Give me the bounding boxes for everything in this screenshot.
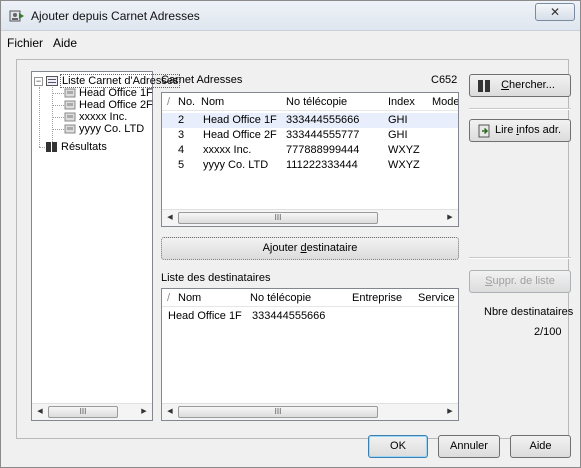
- close-button[interactable]: ✕: [535, 3, 575, 21]
- fax-contact-icon: [64, 124, 76, 134]
- column-header-nom[interactable]: Nom: [178, 292, 201, 304]
- read-info-icon: [478, 124, 490, 138]
- recipients-list[interactable]: / Nom No télécopie Entreprise Service He…: [161, 288, 459, 421]
- scroll-thumb[interactable]: III: [48, 406, 118, 418]
- read-info-button[interactable]: Lire infos adr.: [469, 119, 571, 142]
- cell-index: WXYZ: [388, 144, 420, 156]
- address-book-icon: [46, 76, 58, 86]
- help-button[interactable]: Aide: [510, 435, 571, 458]
- list-header: / No. Nom No télécopie Index Mode.: [162, 93, 458, 111]
- fax-contact-icon: [64, 88, 76, 98]
- cell-index: GHI: [388, 114, 408, 126]
- list-header: / Nom No télécopie Entreprise Service: [162, 289, 458, 307]
- cell-nom: Head Office 2F: [203, 129, 277, 141]
- scroll-left-arrow[interactable]: ◀: [32, 404, 48, 420]
- menu-fichier[interactable]: Fichier: [7, 36, 43, 50]
- tree-item[interactable]: Head Office 1F: [79, 87, 153, 99]
- cell-index: GHI: [388, 129, 408, 141]
- cell-nom: yyyy Co. LTD: [203, 159, 269, 171]
- cell-index: WXYZ: [388, 159, 420, 171]
- window-title: Ajouter depuis Carnet Adresses: [31, 9, 200, 23]
- cell-nom: Head Office 1F: [168, 310, 242, 322]
- ok-button[interactable]: OK: [368, 435, 428, 458]
- recipients-label: Liste des destinataires: [161, 272, 271, 284]
- add-recipient-button[interactable]: Ajouter destinataire: [161, 237, 459, 260]
- cell-fax: 333444555666: [286, 114, 360, 126]
- model-label: C652: [431, 74, 458, 86]
- dialog-window: Ajouter depuis Carnet Adresses ✕ Fichier…: [0, 0, 581, 468]
- cell-nom: Head Office 1F: [203, 114, 277, 126]
- collapse-toggle[interactable]: −: [34, 77, 43, 86]
- cell-no: 4: [178, 144, 185, 156]
- menu-aide[interactable]: Aide: [53, 36, 77, 50]
- cell-fax: 111222333444: [286, 159, 358, 171]
- scroll-left-arrow[interactable]: ◀: [162, 404, 178, 420]
- scroll-right-arrow[interactable]: ▶: [136, 404, 152, 420]
- phone-book-icon: [46, 142, 57, 152]
- delete-from-list-button[interactable]: Suppr. de liste: [469, 270, 571, 293]
- cell-no: 5: [178, 159, 185, 171]
- table-row[interactable]: 3 Head Office 2F 333444555777 GHI: [162, 128, 458, 143]
- table-row[interactable]: Head Office 1F 333444555666: [162, 309, 458, 324]
- column-header-fax[interactable]: No télécopie: [250, 292, 311, 304]
- table-row[interactable]: 5 yyyy Co. LTD 111222333444 WXYZ: [162, 158, 458, 173]
- phone-book-icon: [478, 80, 490, 92]
- column-header-company[interactable]: Entreprise: [352, 292, 402, 304]
- column-header-fax[interactable]: No télécopie: [286, 96, 347, 108]
- cell-fax: 333444555666: [252, 310, 326, 322]
- sort-indicator: /: [167, 96, 171, 108]
- tree-results[interactable]: Résultats: [61, 141, 107, 153]
- recipients-scrollbar[interactable]: ◀ III ▶: [162, 403, 458, 420]
- recipient-count-value: 2/100: [534, 326, 562, 338]
- cancel-button[interactable]: Annuler: [438, 435, 500, 458]
- column-header-index[interactable]: Index: [388, 96, 415, 108]
- close-icon: ✕: [549, 5, 561, 19]
- search-button[interactable]: Chercher...: [469, 74, 571, 97]
- cell-no: 3: [178, 129, 185, 141]
- address-book-label: Carnet Adresses: [161, 74, 243, 86]
- tree-item[interactable]: Head Office 2F: [79, 99, 153, 111]
- cell-fax: 777888999444: [286, 144, 360, 156]
- column-header-nom[interactable]: Nom: [201, 96, 224, 108]
- cell-nom: xxxxx Inc.: [203, 144, 252, 156]
- table-row[interactable]: 4 xxxxx Inc. 777888999444 WXYZ: [162, 143, 458, 158]
- scroll-left-arrow[interactable]: ◀: [162, 210, 178, 226]
- sort-indicator: /: [167, 292, 171, 304]
- scroll-thumb[interactable]: III: [178, 212, 378, 224]
- column-header-service[interactable]: Service: [418, 292, 455, 304]
- fax-contact-icon: [64, 112, 76, 122]
- title-bar[interactable]: Ajouter depuis Carnet Adresses ✕: [1, 1, 580, 31]
- tree-scrollbar[interactable]: ◀ III ▶: [32, 403, 152, 420]
- scroll-thumb[interactable]: III: [178, 406, 378, 418]
- address-tree[interactable]: − Liste Carnet d'Adresses Head Office 1F…: [31, 71, 181, 421]
- tree-item[interactable]: xxxxx Inc.: [79, 111, 127, 123]
- column-header-mode[interactable]: Mode.: [432, 96, 458, 108]
- recipient-count-label: Nbre destinataires: [484, 306, 574, 318]
- cell-no: 2: [178, 114, 185, 126]
- address-book-list[interactable]: / No. Nom No télécopie Index Mode. 2 Hea…: [161, 92, 459, 227]
- scroll-right-arrow[interactable]: ▶: [442, 210, 458, 226]
- table-row[interactable]: 2 Head Office 1F 333444555666 GHI: [162, 113, 458, 128]
- column-header-no[interactable]: No.: [178, 96, 195, 108]
- menu-bar: Fichier Aide: [1, 32, 580, 52]
- address-list-scrollbar[interactable]: ◀ III ▶: [162, 209, 458, 226]
- scroll-right-arrow[interactable]: ▶: [442, 404, 458, 420]
- cell-fax: 333444555777: [286, 129, 360, 141]
- tree-item[interactable]: yyyy Co. LTD: [79, 123, 144, 135]
- address-book-icon: [9, 10, 24, 22]
- fax-contact-icon: [64, 100, 76, 110]
